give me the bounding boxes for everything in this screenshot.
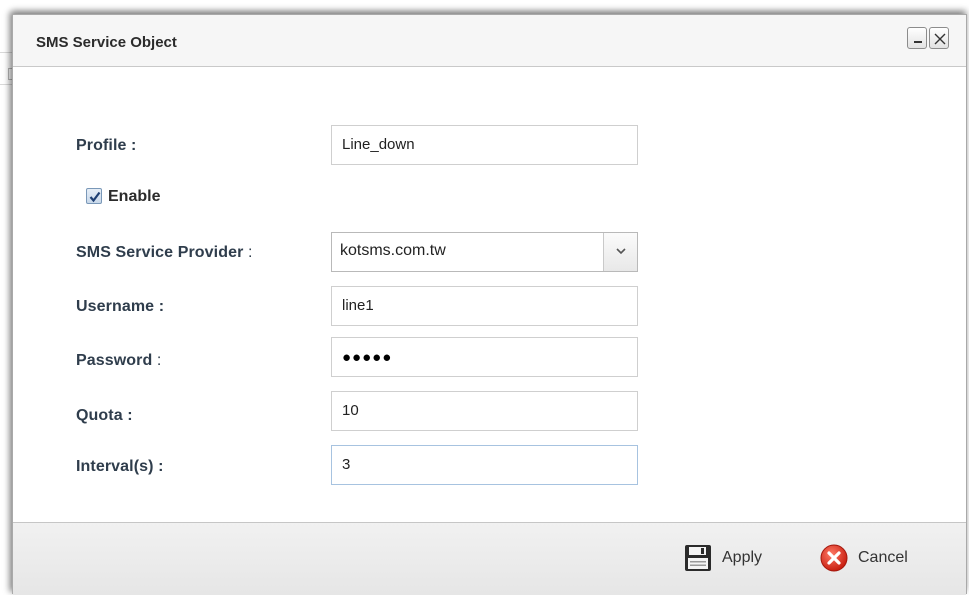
interval-label: Interval(s) : [76, 458, 164, 475]
checkmark-icon [89, 191, 101, 203]
quota-label: Quota : [76, 407, 133, 424]
close-button[interactable] [929, 27, 949, 49]
apply-button[interactable]: Apply [683, 543, 762, 573]
sms-form: Profile : Line_down Enable SMS Service P… [13, 67, 966, 522]
profile-label: Profile : [76, 137, 137, 154]
minimize-icon [914, 41, 922, 43]
username-input[interactable]: line1 [331, 286, 638, 326]
close-icon [934, 33, 946, 45]
provider-select[interactable]: kotsms.com.tw [331, 232, 638, 272]
username-label: Username : [76, 298, 165, 315]
provider-selected-value: kotsms.com.tw [340, 242, 446, 259]
apply-label: Apply [722, 549, 763, 566]
password-input[interactable]: ●●●●● [331, 337, 638, 377]
interval-input[interactable]: 3 [331, 445, 638, 485]
minimize-button[interactable] [907, 27, 927, 49]
cancel-label: Cancel [858, 549, 908, 566]
enable-checkbox[interactable] [86, 188, 102, 204]
dialog-titlebar: SMS Service Object [13, 15, 966, 67]
enable-label: Enable [108, 188, 161, 205]
quota-input[interactable]: 10 [331, 391, 638, 431]
dialog-title: SMS Service Object [36, 34, 177, 51]
provider-label: SMS Service Provider : [76, 244, 253, 261]
dialog-footer: Apply Cancel [13, 522, 966, 595]
cancel-button[interactable]: Cancel [819, 543, 908, 573]
provider-dropdown-button[interactable] [603, 233, 637, 271]
password-label: Password : [76, 352, 162, 369]
profile-input[interactable]: Line_down [331, 125, 638, 165]
chevron-down-icon [616, 248, 626, 255]
floppy-disk-icon [683, 543, 713, 573]
sms-service-object-dialog: SMS Service Object Profile : Line_down E… [12, 14, 967, 595]
password-mask: ●●●●● [342, 349, 393, 366]
cancel-x-icon [819, 543, 849, 573]
